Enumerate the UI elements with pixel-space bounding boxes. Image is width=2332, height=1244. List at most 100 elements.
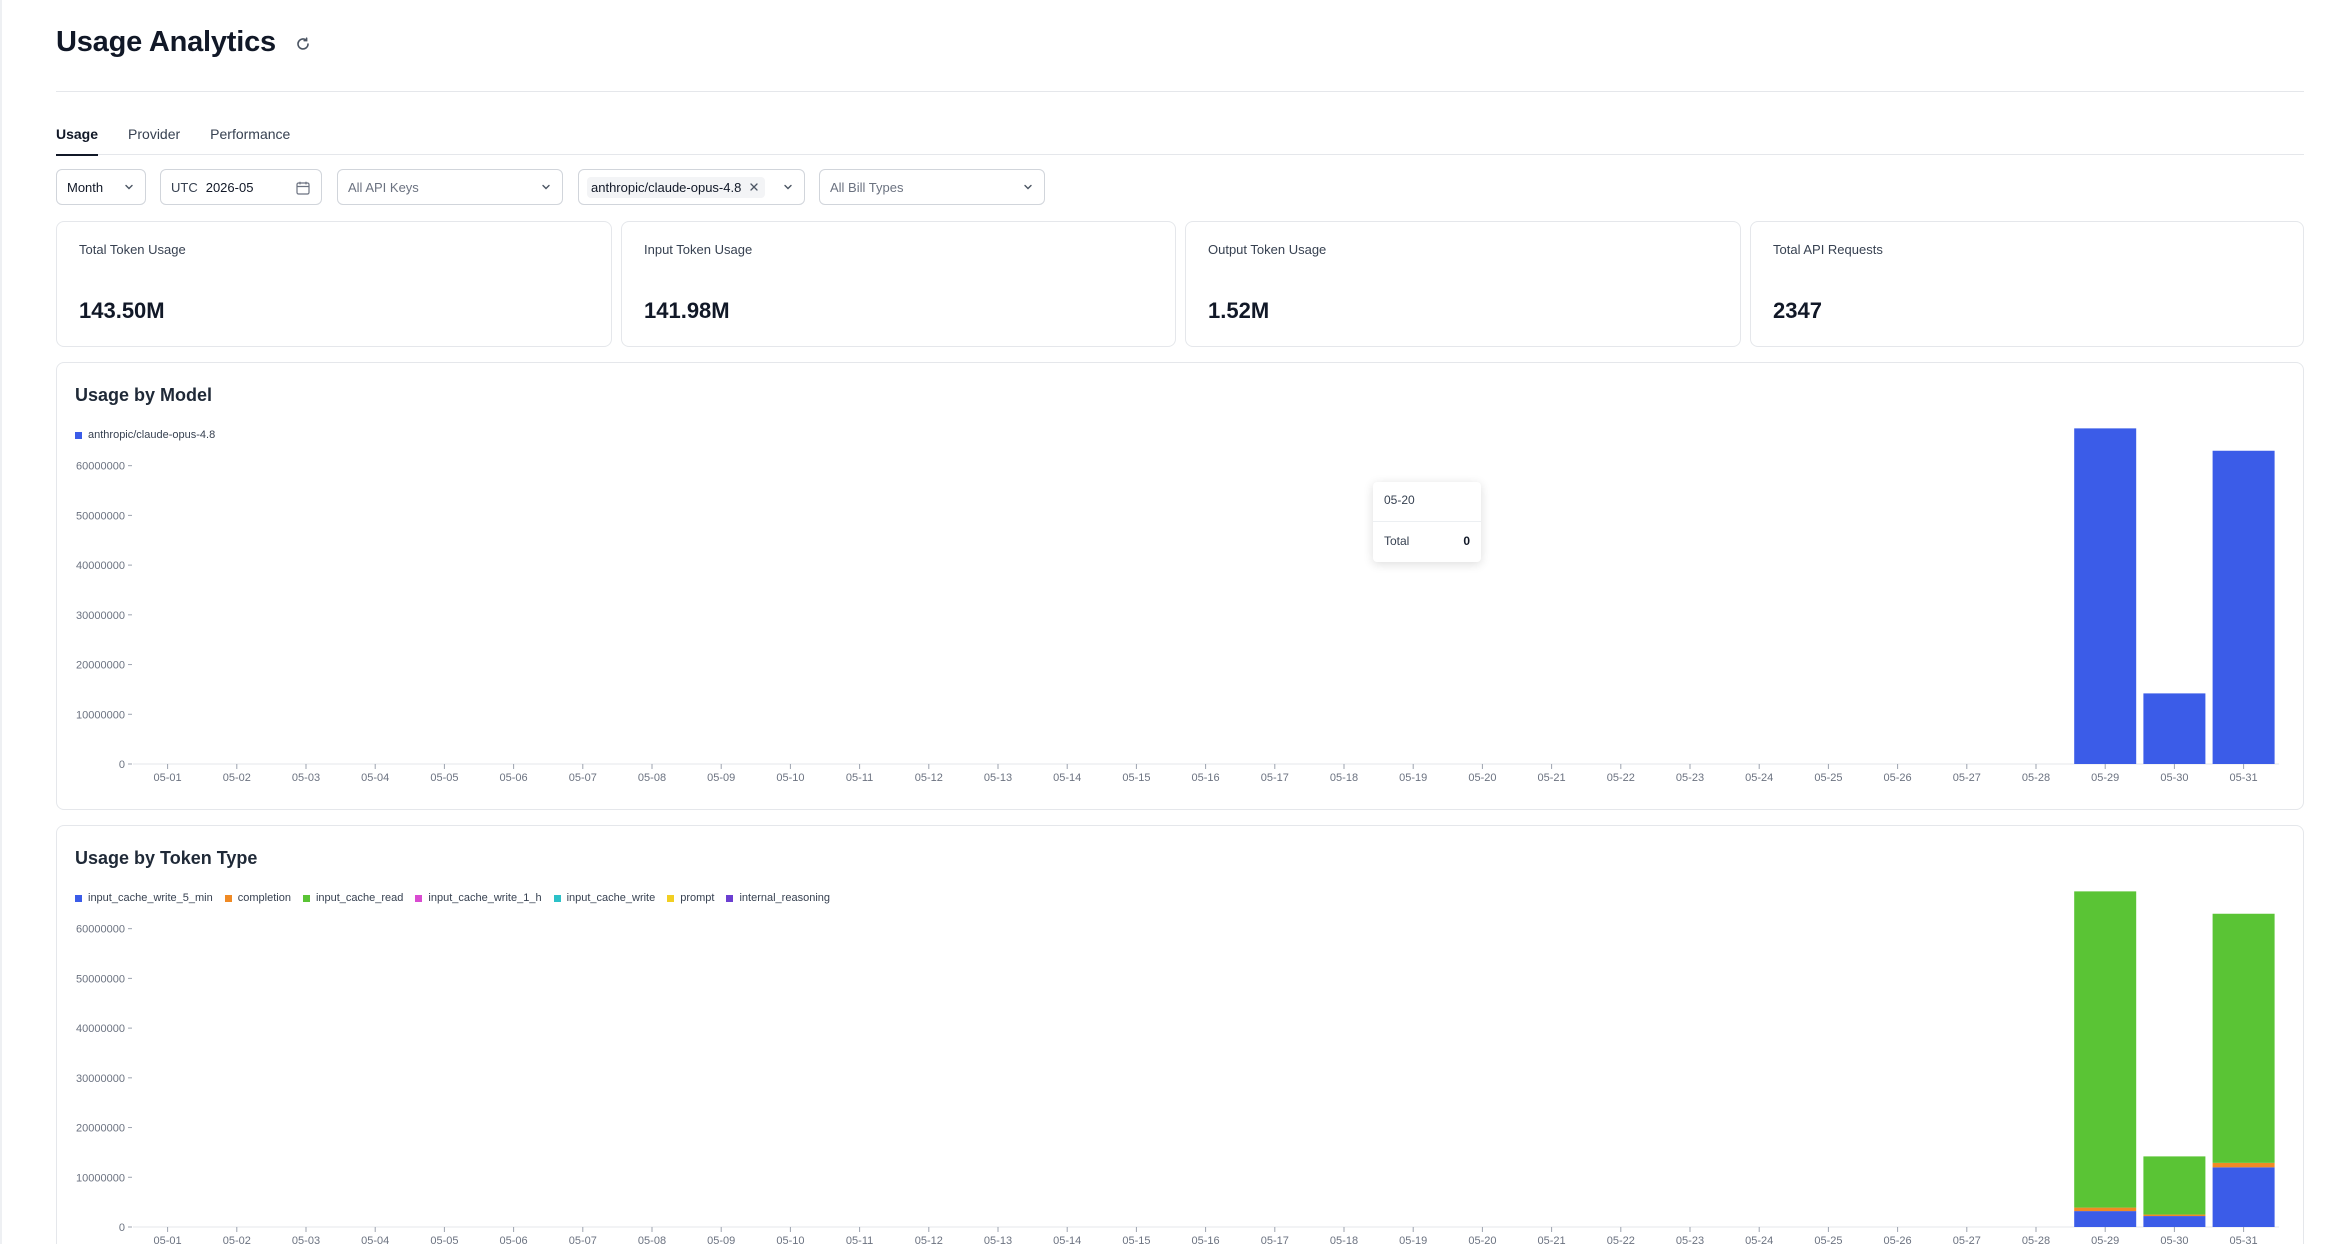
api-keys-placeholder: All API Keys (348, 179, 419, 195)
header-divider (56, 91, 2304, 92)
x-tick-label: 05-24 (1745, 1235, 1773, 1244)
chart-bar[interactable] (2212, 1162, 2275, 1168)
header: Usage Analytics (56, 22, 314, 62)
x-tick-label: 05-22 (1607, 1235, 1635, 1244)
x-tick-label: 05-05 (430, 1235, 458, 1244)
date-value: 2026-05 (205, 179, 254, 195)
x-tick-label: 05-02 (223, 1235, 251, 1244)
chart-bar[interactable] (2143, 1216, 2206, 1227)
y-tick-label: 40000000 (76, 1023, 125, 1035)
x-tick-label: 05-30 (2160, 1235, 2188, 1244)
x-tick-label: 05-22 (1607, 772, 1635, 784)
x-tick-label: 05-10 (776, 772, 804, 784)
tooltip-value: 0 (1463, 534, 1470, 548)
tooltip-divider (1373, 521, 1481, 522)
stats-row: Total Token Usage 143.50M Input Token Us… (56, 221, 2304, 347)
stat-card-total-tokens: Total Token Usage 143.50M (56, 221, 612, 347)
stat-value: 143.50M (79, 298, 165, 323)
y-tick-label: 0 (119, 1222, 125, 1234)
chevron-down-icon (784, 184, 792, 190)
chevron-down-icon (125, 184, 133, 190)
page: Usage Analytics Usage Provider Performan… (56, 0, 2304, 1244)
x-tick-label: 05-13 (984, 1235, 1012, 1244)
stat-label: Total API Requests (1773, 242, 1883, 257)
x-tick-label: 05-26 (1884, 772, 1912, 784)
api-keys-select[interactable]: All API Keys (337, 169, 563, 205)
chart-bar[interactable] (2074, 1207, 2137, 1212)
chart-bar[interactable] (2074, 428, 2137, 764)
tab-performance[interactable]: Performance (210, 122, 290, 155)
stat-label: Input Token Usage (644, 242, 753, 257)
stat-card-api-requests: Total API Requests 2347 (1750, 221, 2304, 347)
x-tick-label: 05-20 (1468, 1235, 1496, 1244)
y-tick-label: 60000000 (76, 461, 125, 473)
chart-bar[interactable] (2212, 1167, 2275, 1227)
stat-card-input-tokens: Input Token Usage 141.98M (621, 221, 1176, 347)
x-tick-label: 05-27 (1953, 772, 1981, 784)
usage-by-token-type-chart: 0 10000000 20000000 30000000 40000000 5000000… (76, 891, 2279, 1244)
x-tick-label: 05-07 (569, 772, 597, 784)
x-tick-label: 05-01 (154, 1235, 182, 1244)
x-tick-label: 05-03 (292, 1235, 320, 1244)
x-tick-label: 05-02 (223, 772, 251, 784)
tab-provider[interactable]: Provider (128, 122, 180, 155)
x-tick-label: 05-09 (707, 772, 735, 784)
x-tick-label: 05-31 (2230, 772, 2258, 784)
calendar-icon (296, 181, 310, 195)
x-tick-label: 05-25 (1814, 772, 1842, 784)
y-tick-label: 60000000 (76, 924, 125, 936)
usage-by-token-type-card: Usage by Token Type input_cache_write_5_… (56, 825, 2304, 1244)
y-tick-label: 20000000 (76, 1123, 125, 1135)
x-tick-label: 05-12 (915, 772, 943, 784)
x-tick-label: 05-14 (1053, 772, 1081, 784)
refresh-icon[interactable] (292, 33, 314, 55)
chart-bar[interactable] (2143, 1214, 2206, 1217)
x-tick-label: 05-04 (361, 1235, 389, 1244)
model-select[interactable]: anthropic/claude-opus-4.8 (578, 169, 805, 205)
chart-tooltip: 05-20 Total 0 (1373, 482, 1481, 562)
model-tag-label: anthropic/claude-opus-4.8 (591, 179, 742, 195)
x-tick-label: 05-19 (1399, 1235, 1427, 1244)
x-tick-label: 05-24 (1745, 772, 1773, 784)
x-tick-label: 05-17 (1261, 772, 1289, 784)
chart-bar[interactable] (2074, 1211, 2137, 1227)
usage-by-model-chart: 0 10000000 20000000 30000000 40000000 5000000… (76, 428, 2279, 784)
x-tick-label: 05-11 (846, 772, 873, 784)
x-tick-label: 05-08 (638, 772, 666, 784)
bill-types-select[interactable]: All Bill Types (819, 169, 1045, 205)
y-tick-label: 50000000 (76, 973, 125, 985)
y-tick-label: 0 (119, 759, 125, 771)
page-title: Usage Analytics (56, 25, 276, 58)
x-tick-label: 05-08 (638, 1235, 666, 1244)
model-tag: anthropic/claude-opus-4.8 (587, 176, 766, 198)
x-tick-label: 05-19 (1399, 772, 1427, 784)
x-tick-label: 05-09 (707, 1235, 735, 1244)
x-tick-label: 05-13 (984, 772, 1012, 784)
x-tick-label: 05-23 (1676, 1235, 1704, 1244)
stat-value: 2347 (1773, 298, 1822, 323)
close-icon[interactable] (749, 182, 759, 192)
y-tick-label: 20000000 (76, 660, 125, 672)
tab-usage[interactable]: Usage (56, 122, 99, 156)
chart-bar[interactable] (2074, 891, 2137, 1208)
x-tick-label: 05-18 (1330, 1235, 1358, 1244)
chart-bar[interactable] (2212, 450, 2275, 764)
usage-by-model-card: Usage by Model anthropic/claude-opus-4.8… (56, 362, 2304, 810)
x-tick-label: 05-10 (776, 1235, 804, 1244)
x-tick-label: 05-15 (1122, 1235, 1150, 1244)
tooltip-label: Total (1384, 534, 1410, 548)
y-tick-label: 30000000 (76, 610, 125, 622)
x-tick-label: 05-17 (1261, 1235, 1289, 1244)
x-tick-label: 05-29 (2091, 772, 2119, 784)
period-value: Month (67, 179, 104, 195)
chevron-down-icon (542, 184, 550, 190)
x-tick-label: 05-12 (915, 1235, 943, 1244)
stat-card-output-tokens: Output Token Usage 1.52M (1185, 221, 1741, 347)
month-picker[interactable]: UTC 2026-05 (160, 169, 322, 205)
period-select[interactable]: Month (56, 169, 146, 205)
chart-bar[interactable] (2143, 693, 2206, 764)
chart-bar[interactable] (2212, 913, 2275, 1163)
x-tick-label: 05-21 (1538, 772, 1566, 784)
chart-bar[interactable] (2143, 1156, 2206, 1215)
x-tick-label: 05-29 (2091, 1235, 2119, 1244)
